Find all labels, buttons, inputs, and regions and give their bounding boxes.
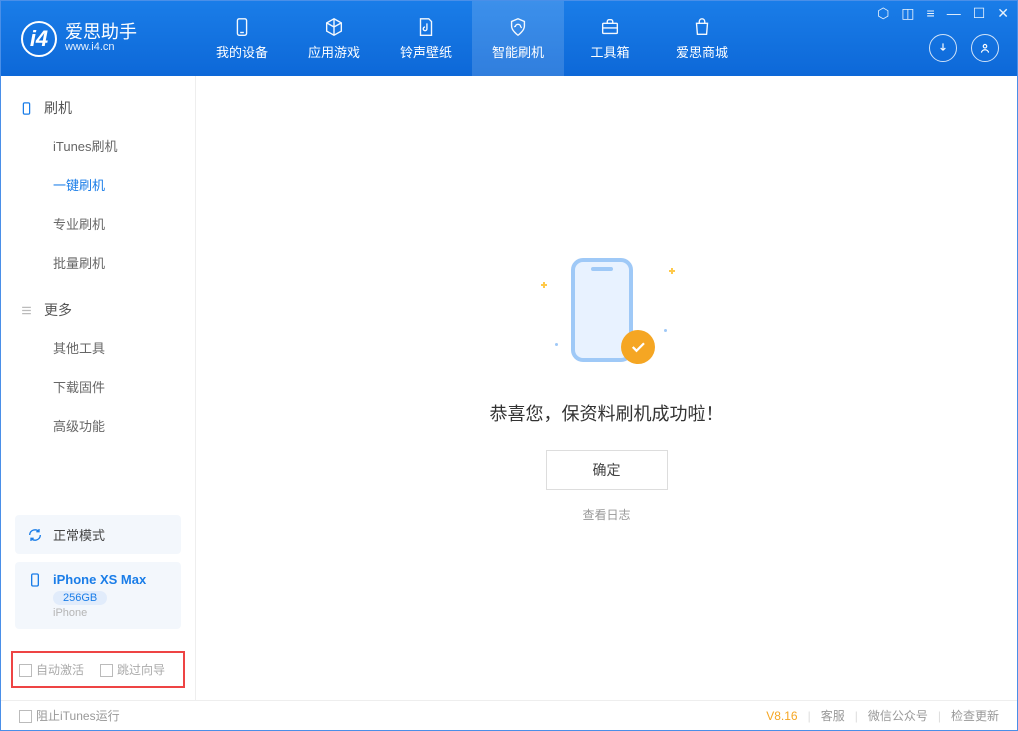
mode-box[interactable]: 正常模式 [15, 515, 181, 554]
logo[interactable]: i4 爱思助手 www.i4.cn [1, 21, 196, 57]
wechat-link[interactable]: 微信公众号 [868, 707, 928, 724]
menu-icon[interactable]: ≡ [927, 5, 935, 22]
nav-flash[interactable]: 智能刷机 [472, 1, 564, 76]
app-name: 爱思助手 [65, 23, 137, 41]
success-message: 恭喜您，保资料刷机成功啦！ [490, 400, 724, 426]
nav-store[interactable]: 爱思商城 [656, 1, 748, 76]
block-itunes-checkbox[interactable]: 阻止iTunes运行 [19, 707, 120, 724]
list-icon [19, 303, 34, 318]
nav: 我的设备 应用游戏 铃声壁纸 智能刷机 工具箱 爱思商城 [196, 1, 748, 76]
bag-icon [691, 16, 713, 38]
footer: 阻止iTunes运行 V8.16 | 客服 | 微信公众号 | 检查更新 [1, 700, 1017, 730]
user-icon [978, 41, 992, 55]
app-url: www.i4.cn [65, 41, 137, 54]
device-type: iPhone [53, 607, 146, 619]
sidebar-group-flash: 刷机 [1, 90, 195, 126]
sidebar-item-other-tools[interactable]: 其他工具 [1, 328, 195, 367]
sidebar-item-advanced[interactable]: 高级功能 [1, 406, 195, 445]
header: i4 爱思助手 www.i4.cn 我的设备 应用游戏 铃声壁纸 智能刷机 工具… [1, 1, 1017, 76]
maximize-button[interactable]: ☐ [973, 5, 986, 22]
view-log-link[interactable]: 查看日志 [582, 506, 630, 523]
options-highlight: 自动激活 跳过向导 [11, 651, 185, 688]
user-button[interactable] [971, 34, 999, 62]
download-icon [936, 41, 950, 55]
check-badge-icon [621, 330, 655, 364]
main-content: 恭喜您，保资料刷机成功啦！ 确定 查看日志 [196, 76, 1017, 700]
device-name: iPhone XS Max [53, 572, 146, 587]
cube-icon [323, 16, 345, 38]
support-link[interactable]: 客服 [821, 707, 845, 724]
mode-label: 正常模式 [53, 525, 105, 544]
sidebar-item-pro-flash[interactable]: 专业刷机 [1, 204, 195, 243]
logo-icon: i4 [21, 21, 57, 57]
sidebar-item-itunes-flash[interactable]: iTunes刷机 [1, 126, 195, 165]
sidebar-item-batch-flash[interactable]: 批量刷机 [1, 243, 195, 282]
device-box[interactable]: iPhone XS Max 256GB iPhone [15, 562, 181, 629]
sidebar-item-download-firmware[interactable]: 下载固件 [1, 367, 195, 406]
phone-small-icon [27, 572, 43, 588]
device-storage: 256GB [53, 591, 107, 605]
phone-icon [231, 16, 253, 38]
version-label: V8.16 [766, 709, 797, 723]
shirt-icon[interactable]: ⬡ [877, 5, 889, 22]
sidebar-item-oneclick-flash[interactable]: 一键刷机 [1, 165, 195, 204]
close-button[interactable]: ✕ [997, 5, 1009, 22]
shield-sync-icon [507, 16, 529, 38]
sync-icon [27, 527, 43, 543]
sidebar: 刷机 iTunes刷机 一键刷机 专业刷机 批量刷机 更多 其他工具 下载固件 … [1, 76, 196, 700]
nav-my-device[interactable]: 我的设备 [196, 1, 288, 76]
nav-apps[interactable]: 应用游戏 [288, 1, 380, 76]
window-controls: ⬡ ◫ ≡ — ☐ ✕ [877, 5, 1009, 22]
nav-ringtones[interactable]: 铃声壁纸 [380, 1, 472, 76]
lock-icon[interactable]: ◫ [901, 5, 914, 22]
download-button[interactable] [929, 34, 957, 62]
ok-button[interactable]: 确定 [546, 450, 668, 490]
auto-activate-checkbox[interactable]: 自动激活 [19, 661, 84, 678]
success-illustration [537, 254, 677, 374]
check-update-link[interactable]: 检查更新 [951, 707, 999, 724]
nav-toolbox[interactable]: 工具箱 [564, 1, 656, 76]
briefcase-icon [599, 16, 621, 38]
file-music-icon [415, 16, 437, 38]
device-icon [19, 101, 34, 116]
skip-guide-checkbox[interactable]: 跳过向导 [100, 661, 165, 678]
minimize-button[interactable]: — [947, 5, 961, 22]
sidebar-group-more: 更多 [1, 292, 195, 328]
